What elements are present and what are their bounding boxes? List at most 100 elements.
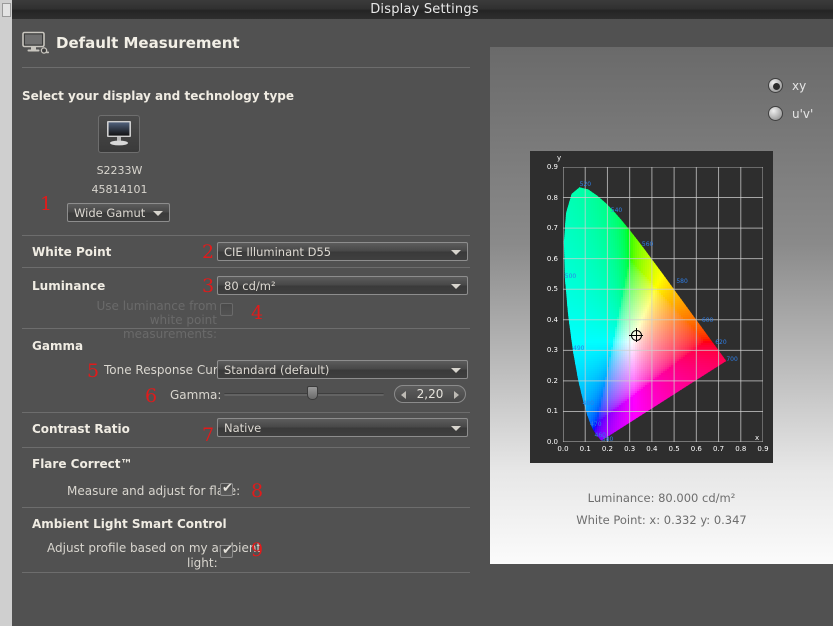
divider-4 — [22, 412, 470, 413]
contrast-ratio-label: Contrast Ratio — [32, 422, 130, 436]
window-control-stub[interactable] — [0, 0, 12, 19]
y-tick-label: 0.8 — [534, 194, 558, 202]
y-tick-label: 0.1 — [534, 407, 558, 415]
y-tick-label: 0.4 — [534, 316, 558, 324]
contrast-ratio-value: Native — [224, 419, 447, 438]
spinner-increment-icon[interactable] — [454, 391, 459, 399]
luminance-readout: Luminance: 80.000 cd/m² — [490, 491, 833, 505]
gamma-value: 2,20 — [417, 387, 444, 401]
radio-xy[interactable] — [768, 78, 783, 93]
marker-4: 4 — [251, 302, 263, 324]
wavelength-label: 560 — [642, 241, 653, 248]
monitor-thumbnail[interactable] — [98, 115, 140, 153]
luminance-value: 80 cd/m² — [224, 277, 447, 296]
x-tick-label: 0.6 — [686, 445, 706, 453]
luminance-dropdown[interactable]: 80 cd/m² — [217, 276, 468, 295]
spinner-decrement-icon[interactable] — [401, 391, 406, 399]
x-tick-label: 0.7 — [709, 445, 729, 453]
page-body: Default Measurement Select your display … — [12, 19, 833, 626]
window-titlebar: Display Settings — [0, 0, 833, 19]
use-luminance-from-white-point-label: Use luminance from white point measureme… — [67, 299, 217, 341]
marker-5: 5 — [87, 360, 99, 382]
flare-correct-section-label: Flare Correct™ — [32, 457, 133, 471]
y-axis-title: y — [557, 154, 561, 162]
chromaticity-diagram[interactable]: y x 0.00.10.20.30.40.50.60.70.80.9 0.00.… — [530, 151, 773, 463]
luminance-label: Luminance — [32, 279, 105, 293]
marker-7: 7 — [202, 424, 214, 446]
chevron-down-icon — [451, 250, 461, 255]
gamma-value-spinner[interactable]: 2,20 — [394, 385, 466, 403]
marker-9: 9 — [251, 539, 263, 561]
measure-flare-checkbox[interactable]: ✔ — [220, 483, 233, 496]
gamma-slider-thumb[interactable] — [307, 386, 318, 400]
white-point-label: White Point — [32, 245, 111, 259]
radio-label-xy: xy — [792, 79, 806, 93]
x-tick-label: 0.2 — [597, 445, 617, 453]
x-tick-label: 0.1 — [575, 445, 595, 453]
wavelength-label: 540 — [611, 207, 622, 214]
settings-column: Select your display and technology type — [12, 19, 490, 626]
wavelength-label: 600 — [702, 317, 713, 324]
wavelength-label: 580 — [676, 278, 687, 285]
x-tick-label: 0.3 — [620, 445, 640, 453]
gamma-section-label: Gamma — [32, 339, 83, 353]
y-tick-label: 0.9 — [534, 163, 558, 171]
marker-1: 1 — [40, 193, 52, 215]
white-point-dropdown[interactable]: CIE Illuminant D55 — [217, 242, 468, 261]
select-display-label: Select your display and technology type — [22, 89, 294, 103]
gamma-slider-track[interactable] — [224, 393, 384, 396]
gamma-label: Gamma: — [170, 388, 221, 402]
monitor-name: S2233W — [72, 164, 167, 177]
display-settings-window: Display Settings Default Measurement Se — [0, 0, 833, 626]
white-point-value: CIE Illuminant D55 — [224, 243, 447, 262]
white-point-readout: White Point: x: 0.332 y: 0.347 — [490, 513, 833, 527]
radio-label-uv: u'v' — [792, 107, 813, 121]
technology-type-dropdown[interactable]: Wide Gamut CCF — [67, 203, 170, 222]
ambient-light-checkbox[interactable]: ✔ — [220, 545, 233, 558]
preview-panel: xy u'v' y x 0.00.10.20.30.40.50.60.70.80… — [490, 47, 833, 564]
marker-8: 8 — [251, 480, 263, 502]
measure-flare-label: Measure and adjust for flare: — [67, 484, 240, 498]
wavelength-label: 500 — [565, 273, 576, 280]
technology-type-value: Wide Gamut CCF — [74, 204, 149, 223]
use-luminance-checkbox[interactable] — [220, 303, 233, 316]
marker-3: 3 — [202, 275, 214, 297]
chevron-down-icon — [451, 284, 461, 289]
wavelength-label: 700 — [726, 356, 737, 363]
wavelength-label: 480 — [583, 400, 594, 407]
y-tick-label: 0.7 — [534, 224, 558, 232]
x-tick-label: 0.4 — [642, 445, 662, 453]
wavelength-label: 620 — [715, 339, 726, 346]
divider-1 — [22, 235, 470, 236]
chevron-down-icon — [451, 426, 461, 431]
contrast-ratio-dropdown[interactable]: Native — [217, 418, 468, 437]
chevron-down-icon — [451, 368, 461, 373]
tone-response-curve-dropdown[interactable]: Standard (default) — [217, 360, 468, 379]
chromaticity-plot: 520540560580600620700500490480470460380 — [563, 167, 763, 442]
check-icon: ✔ — [222, 544, 233, 557]
y-tick-label: 0.6 — [534, 255, 558, 263]
y-tick-label: 0.3 — [534, 346, 558, 354]
y-tick-label: 0.5 — [534, 285, 558, 293]
monitor-serial: 45814101 — [72, 183, 167, 196]
ambient-light-section-label: Ambient Light Smart Control — [32, 517, 227, 531]
chevron-down-icon — [153, 211, 163, 216]
radio-uv[interactable] — [768, 106, 783, 121]
x-tick-label: 0.9 — [753, 445, 773, 453]
wavelength-label: 380 — [602, 436, 613, 443]
divider-5 — [22, 447, 470, 448]
divider-2 — [22, 267, 470, 268]
divider-6 — [22, 507, 470, 508]
divider-7 — [22, 572, 470, 573]
x-tick-label: 0.0 — [553, 445, 573, 453]
check-icon: ✔ — [222, 482, 233, 495]
ambient-light-label-line2: light: — [187, 556, 218, 570]
marker-2: 2 — [202, 241, 214, 263]
divider-3 — [22, 328, 470, 329]
tone-response-curve-value: Standard (default) — [224, 361, 447, 380]
x-tick-label: 0.8 — [731, 445, 751, 453]
y-tick-label: 0.2 — [534, 377, 558, 385]
wavelength-label: 470 — [590, 421, 601, 428]
radio-selected-dot — [773, 83, 780, 90]
wavelength-label: 490 — [573, 345, 584, 352]
